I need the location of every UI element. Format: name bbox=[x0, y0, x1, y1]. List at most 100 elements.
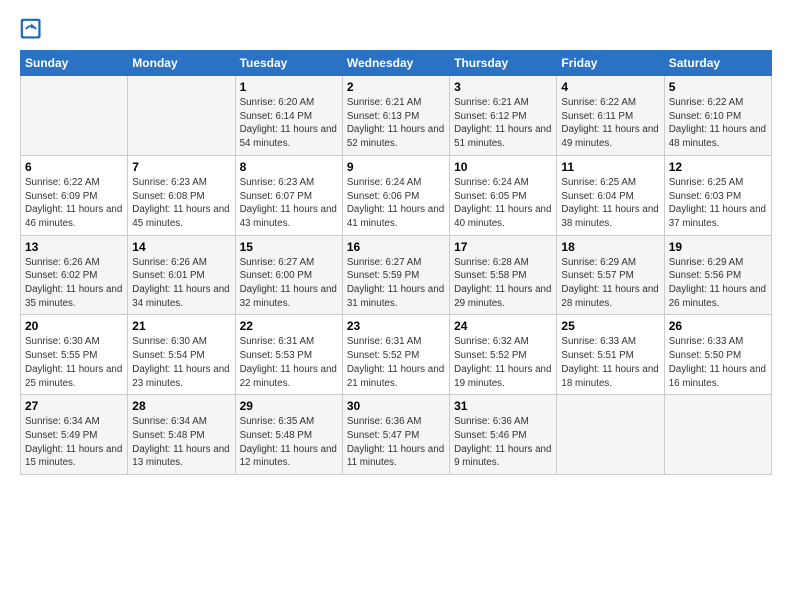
day-number: 18 bbox=[561, 240, 659, 254]
week-row-3: 13 Sunrise: 6:26 AM Sunset: 6:02 PM Dayli… bbox=[21, 235, 772, 315]
day-info: Sunrise: 6:30 AM Sunset: 5:54 PM Dayligh… bbox=[132, 335, 230, 390]
day-number: 23 bbox=[347, 319, 445, 333]
header-cell-tuesday: Tuesday bbox=[235, 51, 342, 76]
day-number: 25 bbox=[561, 319, 659, 333]
day-number: 13 bbox=[25, 240, 123, 254]
day-cell: 16Sunrise: 6:27 AM Sunset: 5:59 PM Dayli… bbox=[342, 235, 449, 315]
day-info: Sunrise: 6:33 AM Sunset: 5:51 PM Dayligh… bbox=[561, 335, 659, 390]
day-cell: 11Sunrise: 6:25 AM Sunset: 6:04 PM Dayli… bbox=[557, 155, 664, 235]
day-number: 19 bbox=[669, 240, 767, 254]
day-info: Sunrise: 6:26 AM Sunset: 6:02 PM Dayligh… bbox=[25, 256, 123, 311]
day-number: 8 bbox=[240, 160, 338, 174]
logo-icon bbox=[20, 18, 42, 40]
day-cell bbox=[557, 395, 664, 475]
header-cell-sunday: Sunday bbox=[21, 51, 128, 76]
day-info: Sunrise: 6:26 AM Sunset: 6:01 PM Dayligh… bbox=[132, 256, 230, 311]
day-cell: 27 Sunrise: 6:34 AM Sunset: 5:49 PM Dayli… bbox=[21, 395, 128, 475]
day-info: Sunrise: 6:22 AM Sunset: 6:11 PM Dayligh… bbox=[561, 96, 659, 151]
day-number: 5 bbox=[669, 80, 767, 94]
header-cell-wednesday: Wednesday bbox=[342, 51, 449, 76]
header-cell-friday: Friday bbox=[557, 51, 664, 76]
day-cell: 13 Sunrise: 6:26 AM Sunset: 6:02 PM Dayli… bbox=[21, 235, 128, 315]
day-info: Sunrise: 6:34 AM Sunset: 5:49 PM Dayligh… bbox=[25, 415, 123, 470]
day-number: 12 bbox=[669, 160, 767, 174]
day-info: Sunrise: 6:27 AM Sunset: 5:59 PM Dayligh… bbox=[347, 256, 445, 311]
calendar-table: SundayMondayTuesdayWednesdayThursdayFrid… bbox=[20, 50, 772, 475]
day-info: Sunrise: 6:29 AM Sunset: 5:57 PM Dayligh… bbox=[561, 256, 659, 311]
day-cell: 30 Sunrise: 6:36 AM Sunset: 5:47 PM Dayli… bbox=[342, 395, 449, 475]
day-info: Sunrise: 6:24 AM Sunset: 6:06 PM Dayligh… bbox=[347, 176, 445, 231]
day-number: 28 bbox=[132, 399, 230, 413]
day-cell: 2 Sunrise: 6:21 AM Sunset: 6:13 PM Daylig… bbox=[342, 76, 449, 156]
day-number: 17 bbox=[454, 240, 552, 254]
day-number: 6 bbox=[25, 160, 123, 174]
day-cell: 19 Sunrise: 6:29 AM Sunset: 5:56 PM Dayli… bbox=[664, 235, 771, 315]
day-cell: 5 Sunrise: 6:22 AM Sunset: 6:10 PM Daylig… bbox=[664, 76, 771, 156]
day-cell: 26 Sunrise: 6:33 AM Sunset: 5:50 PM Dayli… bbox=[664, 315, 771, 395]
day-info: Sunrise: 6:20 AM Sunset: 6:14 PM Dayligh… bbox=[240, 96, 338, 151]
day-number: 3 bbox=[454, 80, 552, 94]
day-info: Sunrise: 6:27 AM Sunset: 6:00 PM Dayligh… bbox=[240, 256, 338, 311]
day-number: 15 bbox=[240, 240, 338, 254]
day-info: Sunrise: 6:35 AM Sunset: 5:48 PM Dayligh… bbox=[240, 415, 338, 470]
day-cell: 31Sunrise: 6:36 AM Sunset: 5:46 PM Dayli… bbox=[450, 395, 557, 475]
day-number: 30 bbox=[347, 399, 445, 413]
day-number: 14 bbox=[132, 240, 230, 254]
day-info: Sunrise: 6:33 AM Sunset: 5:50 PM Dayligh… bbox=[669, 335, 767, 390]
week-row-5: 27 Sunrise: 6:34 AM Sunset: 5:49 PM Dayli… bbox=[21, 395, 772, 475]
day-number: 4 bbox=[561, 80, 659, 94]
day-cell: 29 Sunrise: 6:35 AM Sunset: 5:48 PM Dayli… bbox=[235, 395, 342, 475]
day-info: Sunrise: 6:23 AM Sunset: 6:08 PM Dayligh… bbox=[132, 176, 230, 231]
header-cell-saturday: Saturday bbox=[664, 51, 771, 76]
day-number: 1 bbox=[240, 80, 338, 94]
day-cell bbox=[128, 76, 235, 156]
week-row-1: 1 Sunrise: 6:20 AM Sunset: 6:14 PM Daylig… bbox=[21, 76, 772, 156]
day-info: Sunrise: 6:22 AM Sunset: 6:09 PM Dayligh… bbox=[25, 176, 123, 231]
day-cell: 21 Sunrise: 6:30 AM Sunset: 5:54 PM Dayli… bbox=[128, 315, 235, 395]
day-info: Sunrise: 6:22 AM Sunset: 6:10 PM Dayligh… bbox=[669, 96, 767, 151]
day-info: Sunrise: 6:36 AM Sunset: 5:47 PM Dayligh… bbox=[347, 415, 445, 470]
day-number: 20 bbox=[25, 319, 123, 333]
day-number: 26 bbox=[669, 319, 767, 333]
day-info: Sunrise: 6:31 AM Sunset: 5:53 PM Dayligh… bbox=[240, 335, 338, 390]
week-row-2: 6 Sunrise: 6:22 AM Sunset: 6:09 PM Daylig… bbox=[21, 155, 772, 235]
day-cell: 18 Sunrise: 6:29 AM Sunset: 5:57 PM Dayli… bbox=[557, 235, 664, 315]
day-number: 10 bbox=[454, 160, 552, 174]
day-info: Sunrise: 6:24 AM Sunset: 6:05 PM Dayligh… bbox=[454, 176, 552, 231]
header-cell-thursday: Thursday bbox=[450, 51, 557, 76]
day-cell: 17Sunrise: 6:28 AM Sunset: 5:58 PM Dayli… bbox=[450, 235, 557, 315]
day-info: Sunrise: 6:30 AM Sunset: 5:55 PM Dayligh… bbox=[25, 335, 123, 390]
day-cell: 15 Sunrise: 6:27 AM Sunset: 6:00 PM Dayli… bbox=[235, 235, 342, 315]
day-cell: 6 Sunrise: 6:22 AM Sunset: 6:09 PM Daylig… bbox=[21, 155, 128, 235]
day-number: 27 bbox=[25, 399, 123, 413]
day-cell: 28 Sunrise: 6:34 AM Sunset: 5:48 PM Dayli… bbox=[128, 395, 235, 475]
day-cell: 20 Sunrise: 6:30 AM Sunset: 5:55 PM Dayli… bbox=[21, 315, 128, 395]
day-info: Sunrise: 6:32 AM Sunset: 5:52 PM Dayligh… bbox=[454, 335, 552, 390]
header bbox=[20, 16, 772, 40]
day-info: Sunrise: 6:29 AM Sunset: 5:56 PM Dayligh… bbox=[669, 256, 767, 311]
day-number: 11 bbox=[561, 160, 659, 174]
calendar-header: SundayMondayTuesdayWednesdayThursdayFrid… bbox=[21, 51, 772, 76]
header-cell-monday: Monday bbox=[128, 51, 235, 76]
day-cell: 8 Sunrise: 6:23 AM Sunset: 6:07 PM Daylig… bbox=[235, 155, 342, 235]
day-cell: 23Sunrise: 6:31 AM Sunset: 5:52 PM Dayli… bbox=[342, 315, 449, 395]
day-cell: 22 Sunrise: 6:31 AM Sunset: 5:53 PM Dayli… bbox=[235, 315, 342, 395]
week-row-4: 20 Sunrise: 6:30 AM Sunset: 5:55 PM Dayli… bbox=[21, 315, 772, 395]
day-info: Sunrise: 6:25 AM Sunset: 6:03 PM Dayligh… bbox=[669, 176, 767, 231]
day-cell: 10 Sunrise: 6:24 AM Sunset: 6:05 PM Dayli… bbox=[450, 155, 557, 235]
day-number: 21 bbox=[132, 319, 230, 333]
day-cell: 9 Sunrise: 6:24 AM Sunset: 6:06 PM Daylig… bbox=[342, 155, 449, 235]
day-number: 29 bbox=[240, 399, 338, 413]
day-number: 9 bbox=[347, 160, 445, 174]
day-info: Sunrise: 6:34 AM Sunset: 5:48 PM Dayligh… bbox=[132, 415, 230, 470]
day-info: Sunrise: 6:21 AM Sunset: 6:13 PM Dayligh… bbox=[347, 96, 445, 151]
header-row: SundayMondayTuesdayWednesdayThursdayFrid… bbox=[21, 51, 772, 76]
day-cell: 1 Sunrise: 6:20 AM Sunset: 6:14 PM Daylig… bbox=[235, 76, 342, 156]
day-number: 22 bbox=[240, 319, 338, 333]
day-info: Sunrise: 6:23 AM Sunset: 6:07 PM Dayligh… bbox=[240, 176, 338, 231]
day-cell: 4 Sunrise: 6:22 AM Sunset: 6:11 PM Daylig… bbox=[557, 76, 664, 156]
day-cell: 3Sunrise: 6:21 AM Sunset: 6:12 PM Daylig… bbox=[450, 76, 557, 156]
day-number: 2 bbox=[347, 80, 445, 94]
day-number: 24 bbox=[454, 319, 552, 333]
logo bbox=[20, 16, 44, 40]
